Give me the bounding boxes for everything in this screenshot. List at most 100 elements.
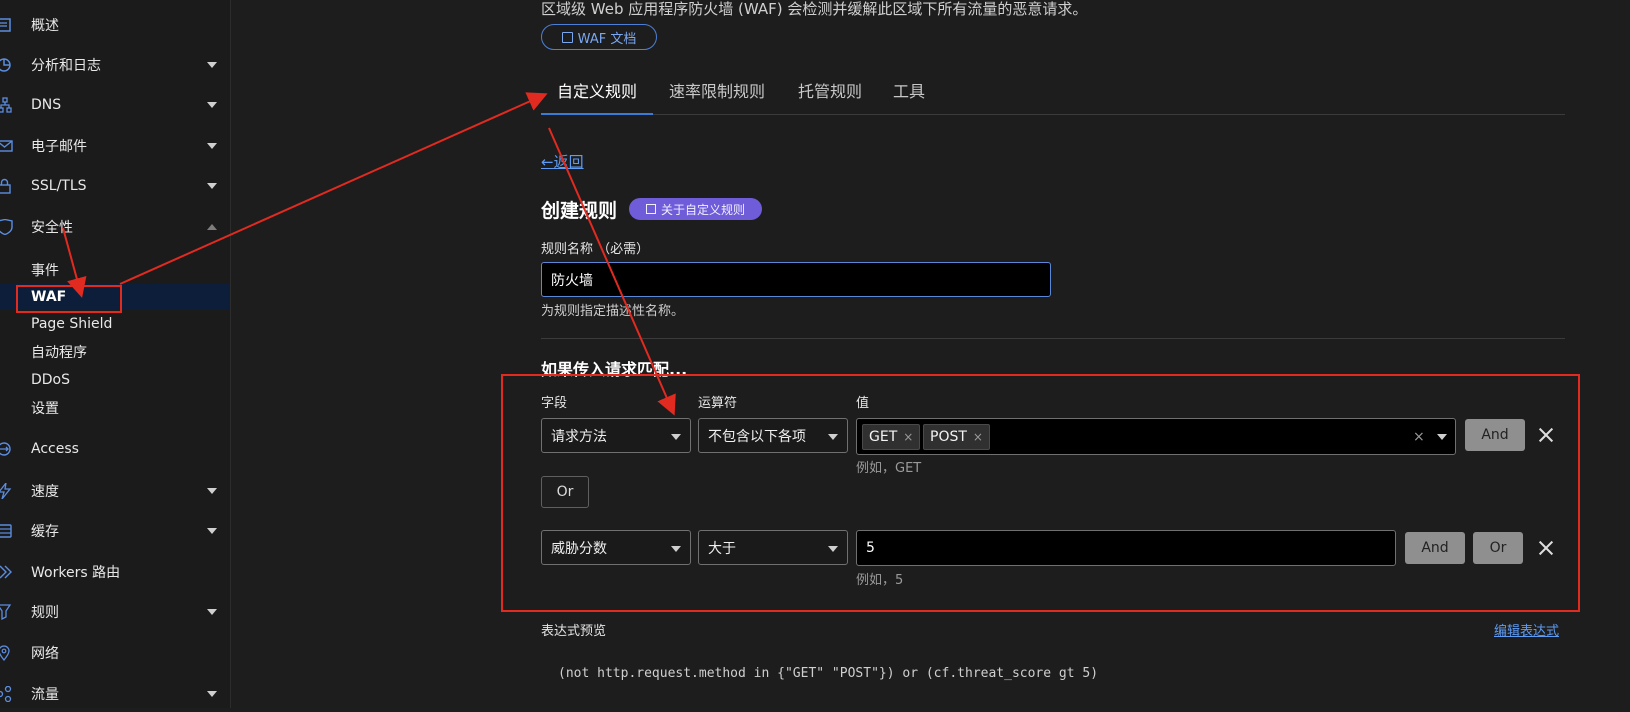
sidebar-subitem-label: WAF [31, 289, 67, 305]
sidebar-item-analytics[interactable]: 分析和日志 [0, 47, 230, 83]
sidebar-subitem-label: 事件 [31, 263, 59, 279]
sidebar-item-label: 规则 [31, 605, 59, 621]
value-input-2[interactable]: 5 [856, 530, 1396, 566]
tab-custom-rules[interactable]: 自定义规则 [557, 78, 637, 112]
sidebar-item-label: Workers 路由 [31, 565, 121, 581]
sidebar-item-access[interactable]: Access [0, 431, 230, 467]
tab-managed-rules[interactable]: 托管规则 [798, 78, 862, 112]
sidebar-item-email[interactable]: 电子邮件 [0, 128, 230, 164]
sidebar-subitem-label: Page Shield [31, 316, 113, 332]
sidebar-subitem-label: 设置 [31, 401, 59, 417]
sidebar-item-label: 缓存 [31, 524, 59, 540]
or-button-2[interactable]: Or [1473, 532, 1523, 564]
shield-icon [0, 219, 16, 235]
filter-icon [0, 604, 16, 620]
sidebar-subitem-page-shield[interactable]: Page Shield [0, 311, 230, 337]
sidebar-item-label: 流量 [31, 687, 59, 703]
value-chip: POST × [923, 424, 990, 450]
sidebar-item-label: Access [31, 441, 79, 457]
workers-icon [0, 564, 16, 580]
value-hint-1: 例如，GET [856, 461, 922, 476]
section-divider [541, 338, 1565, 339]
clear-all-icon[interactable]: × [1413, 429, 1425, 445]
chevron-down-icon [207, 488, 217, 494]
chevron-up-icon [207, 224, 217, 230]
operator-select-1[interactable]: 不包含以下各项 [698, 418, 848, 453]
annotation-box-conditions [501, 374, 1580, 612]
sidebar-subitem-waf[interactable]: WAF [0, 284, 230, 310]
operator-header: 运算符 [698, 396, 738, 411]
sidebar-item-label: 概述 [31, 18, 59, 34]
field-select-2[interactable]: 威胁分数 [541, 530, 691, 565]
remove-condition-1-icon[interactable] [1538, 427, 1554, 443]
sidebar-item-ssl[interactable]: SSL/TLS [0, 168, 230, 204]
tab-tools[interactable]: 工具 [893, 78, 925, 112]
sidebar-subitem-bots[interactable]: 自动程序 [0, 339, 230, 365]
sidebar-item-label: 安全性 [31, 220, 73, 236]
active-tab-indicator [541, 113, 653, 115]
document-icon [0, 17, 16, 33]
conditions-heading: 如果传入请求匹配... [541, 360, 688, 379]
chevron-down-icon [207, 528, 217, 534]
value-header: 值 [856, 396, 870, 411]
chevron-down-icon [207, 62, 217, 68]
field-select-value: 请求方法 [551, 428, 607, 445]
sidebar-item-network[interactable]: 网络 [0, 635, 230, 671]
and-button-2[interactable]: And [1405, 532, 1465, 564]
storage-icon [0, 523, 16, 539]
back-link-label: 返回 [553, 153, 584, 171]
chevron-down-icon [207, 691, 217, 697]
chevron-down-icon [207, 183, 217, 189]
field-select-value: 威胁分数 [551, 540, 607, 557]
sidebar-subitem-settings[interactable]: 设置 [0, 395, 230, 421]
operator-select-value: 不包含以下各项 [708, 428, 806, 445]
remove-chip-icon[interactable]: × [903, 430, 913, 444]
sidebar-item-speed[interactable]: 速度 [0, 473, 230, 509]
rule-name-label: 规则名称 （必需） [541, 242, 650, 257]
rule-name-input[interactable]: 防火墙 [541, 262, 1051, 297]
arrow-left-icon: ← [541, 153, 554, 171]
sidebar-subitem-label: 自动程序 [31, 345, 87, 361]
sidebar-item-rules[interactable]: 规则 [0, 594, 230, 630]
sidebar-subitem-label: DDoS [31, 372, 71, 388]
tab-divider [541, 114, 1565, 115]
expression-code: (not http.request.method in {"GET" "POST… [558, 666, 1099, 681]
tab-rate-limit[interactable]: 速率限制规则 [669, 78, 765, 112]
sidebar-subitem-events[interactable]: 事件 [0, 257, 230, 283]
rule-name-value: 防火墙 [551, 272, 593, 289]
chevron-down-icon [207, 102, 217, 108]
value-multiselect-1[interactable]: GET × POST × × [856, 418, 1456, 455]
or-button[interactable]: Or [541, 476, 589, 508]
chevron-down-icon[interactable] [1437, 434, 1447, 440]
sidebar-item-label: 速度 [31, 484, 59, 500]
chip-label: GET [869, 429, 898, 445]
operator-select-2[interactable]: 大于 [698, 530, 848, 565]
back-link[interactable]: ←返回 [541, 151, 584, 172]
sidebar-item-label: 电子邮件 [31, 139, 87, 155]
edit-expression-link[interactable]: 编辑表达式 [1494, 620, 1559, 639]
and-button-1[interactable]: And [1465, 419, 1525, 451]
field-header: 字段 [541, 396, 568, 411]
network-icon [0, 97, 16, 113]
sidebar-item-dns[interactable]: DNS [0, 87, 230, 123]
field-select-1[interactable]: 请求方法 [541, 418, 691, 453]
sidebar-item-label: 分析和日志 [31, 58, 101, 74]
sidebar-item-cache[interactable]: 缓存 [0, 513, 230, 549]
mail-icon [0, 138, 16, 154]
remove-chip-icon[interactable]: × [973, 430, 983, 444]
sidebar-item-security[interactable]: 安全性 [0, 209, 230, 245]
location-icon [0, 645, 16, 661]
chevron-down-icon [207, 143, 217, 149]
sidebar-item-traffic[interactable]: 流量 [0, 676, 230, 712]
sidebar-subitem-ddos[interactable]: DDoS [0, 367, 230, 393]
remove-condition-2-icon[interactable] [1538, 540, 1554, 556]
traffic-icon [0, 686, 16, 702]
waf-docs-button[interactable]: WAF 文档 [541, 24, 657, 50]
lock-icon [0, 178, 16, 194]
chevron-down-icon [207, 609, 217, 615]
about-custom-rules-badge[interactable]: 关于自定义规则 [629, 198, 762, 220]
sidebar-item-overview[interactable]: 概述 [0, 7, 230, 43]
badge-label: 关于自定义规则 [660, 202, 745, 217]
sidebar-item-workers[interactable]: Workers 路由 [0, 554, 230, 590]
pie-chart-icon [0, 57, 16, 73]
